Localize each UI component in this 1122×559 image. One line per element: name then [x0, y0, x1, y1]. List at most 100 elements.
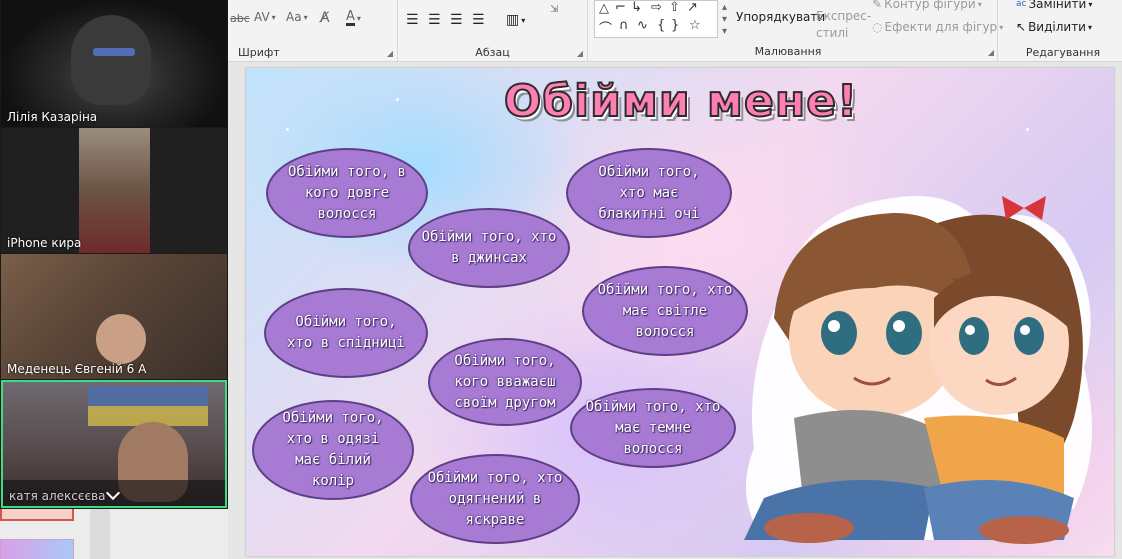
replace-button[interactable]: ac Замінити ▾ [1016, 0, 1092, 11]
slide-title[interactable]: Обійми мене! [496, 75, 866, 128]
shapes-scroll-up-button[interactable]: ▴ [722, 2, 727, 13]
align-center-button[interactable]: ☰ [428, 12, 441, 28]
ribbon: abc AV ▾ Aa ▾ A̸ A ▾ Шрифт ◢ ☰ ☰ ☰ ☰ ▥ ▾ Абз… [228, 0, 1122, 62]
replace-icon: ac [1016, 0, 1027, 9]
select-button[interactable]: ↖ Виділити ▾ [1016, 20, 1092, 34]
columns-button[interactable]: ▥ ▾ [506, 12, 525, 28]
replace-label: Замінити [1028, 0, 1087, 11]
clear-formatting-button[interactable]: A̸ [320, 10, 330, 26]
arrow-shape-icon[interactable]: ↗ [687, 0, 698, 15]
triangle-shape-icon[interactable]: △ [599, 1, 609, 16]
cloud-text: Обійми того, хто в спідниці [286, 314, 405, 351]
quick-styles-label: Експрес-стилі [816, 9, 872, 40]
change-case-icon: Aa [286, 10, 302, 24]
align-right-button[interactable]: ☰ [450, 12, 463, 28]
participant-video-tile[interactable]: Лілія Казаріна [1, 0, 227, 127]
cloud-card[interactable]: Обійми того, хто в одязі має білий колір [252, 400, 414, 500]
star-shape-icon[interactable]: ☆ [689, 18, 701, 33]
participant-name: iPhone кира [7, 236, 82, 250]
cloud-card[interactable]: Обійми того, хто в джинсах [408, 208, 570, 288]
participant-name: катя алексєєва [9, 489, 106, 503]
justify-button[interactable]: ☰ [472, 12, 485, 28]
shape-outline-button[interactable]: ✎ Контур фігури ▾ [872, 0, 982, 11]
curve-shape-icon[interactable]: ∩ [619, 18, 629, 33]
clear-formatting-icon: A̸ [320, 10, 330, 26]
shape-outline-label: Контур фігури [884, 0, 976, 11]
justify-icon: ☰ [472, 12, 485, 28]
participant-video-tile[interactable]: Меденець Євгеній 6 А [1, 254, 227, 379]
align-left-button[interactable]: ☰ [406, 12, 419, 28]
slide-canvas[interactable]: Обійми мене! Обійми того, в кого довге в… [246, 68, 1114, 556]
shapes-more-button[interactable]: ▾ [722, 26, 727, 37]
participant-video-tile[interactable]: iPhone кира [1, 128, 227, 253]
font-dialog-launcher-icon[interactable]: ◢ [387, 49, 393, 58]
columns-icon: ▥ [506, 12, 520, 28]
cloud-text: Обійми того, хто в джинсах [421, 229, 557, 266]
glasses-glare [93, 48, 135, 56]
participant-name: Лілія Казаріна [7, 110, 98, 124]
smartart-icon: ⇲ [550, 4, 559, 15]
font-color-icon: A [346, 9, 355, 26]
cloud-text: Обійми того, хто має світле волосся [597, 281, 733, 340]
arrow-right-shape-icon[interactable]: ⇨ [651, 0, 662, 15]
cursor-icon: ↖ [1016, 20, 1027, 34]
effects-icon: ◌ [872, 20, 883, 34]
editing-group: ac Замінити ▾ ↖ Виділити ▾ Редагування [1004, 0, 1122, 62]
l-shape-icon[interactable]: ↳ [631, 0, 642, 15]
character-spacing-icon: AV [254, 10, 270, 24]
video-participants-panel: Лілія Казаріна iPhone кира Меденець Євге… [0, 0, 228, 509]
slide-thumbnail[interactable] [0, 539, 74, 559]
drawing-group-label: Малювання [754, 45, 822, 58]
wave-shape-icon[interactable]: ∿ [637, 18, 648, 33]
arrange-button[interactable]: Упорядкувати [736, 10, 825, 24]
slide-thumbnail[interactable] [0, 509, 74, 521]
paragraph-dialog-launcher-icon[interactable]: ◢ [577, 49, 583, 58]
font-group-label: Шрифт [238, 46, 280, 59]
align-center-icon: ☰ [428, 12, 441, 28]
character-spacing-button[interactable]: AV ▾ [254, 10, 276, 24]
brace-right-shape-icon[interactable]: } [671, 18, 679, 33]
thumbnails-scrollbar[interactable] [90, 509, 110, 559]
slide-thumbnails-pane [0, 509, 228, 559]
chevron-up-icon: ▴ [722, 2, 728, 13]
cloud-card[interactable]: Обійми того, в кого довге волосся [266, 148, 428, 238]
line-shape-icon[interactable]: ⌐ [615, 0, 626, 15]
pencil-icon: ✎ [872, 0, 883, 11]
cloud-card[interactable]: Обійми того, хто одягнений в яскраве [410, 454, 580, 544]
cloud-card[interactable]: Обійми того, хто має темне волосся [570, 388, 736, 468]
arrow-up-shape-icon[interactable]: ⇧ [669, 0, 680, 15]
flag-background [88, 386, 208, 426]
arrange-label: Упорядкувати [736, 10, 826, 24]
brace-left-shape-icon[interactable]: { [657, 18, 665, 33]
align-left-icon: ☰ [406, 12, 419, 28]
sparkle-decoration [286, 128, 289, 131]
sparkle-decoration [1026, 128, 1029, 131]
shapes-scroll-down-button[interactable]: ▾ [722, 14, 727, 25]
cloud-text: Обійми того, хто має блакитні очі [598, 163, 700, 222]
cloud-card[interactable]: Обійми того, хто має блакитні очі [566, 148, 732, 238]
align-right-icon: ☰ [450, 12, 463, 28]
participant-video-feed [79, 128, 150, 253]
shape-effects-button[interactable]: ◌ Ефекти для фігур ▾ [872, 20, 1003, 34]
smartart-button[interactable]: ⇲ [550, 4, 558, 15]
cloud-card[interactable]: Обійми того, кого вважаєш своїм другом [428, 338, 582, 426]
cloud-card[interactable]: Обійми того, хто в спідниці [264, 288, 428, 378]
cloud-text: Обійми того, кого вважаєш своїм другом [454, 352, 556, 411]
chevron-down-icon: ▾ [722, 14, 728, 25]
cloud-text: Обійми того, хто одягнений в яскраве [427, 469, 563, 528]
hugging-kids-illustration[interactable] [724, 168, 1104, 548]
quick-styles-button[interactable]: Експрес-стилі [816, 8, 880, 42]
paragraph-group-label: Абзац [475, 46, 510, 59]
more-icon: ▾ [722, 26, 728, 37]
participant-face [96, 314, 146, 364]
change-case-button[interactable]: Aa ▾ [286, 10, 308, 24]
active-speaker-tile[interactable]: катя алексєєва [1, 380, 227, 508]
strikethrough-button[interactable]: abc [230, 12, 250, 25]
arc-shape-icon[interactable]: ⌒ [599, 18, 612, 37]
sparkle-decoration [396, 98, 399, 101]
drawing-dialog-launcher-icon[interactable]: ◢ [988, 48, 994, 57]
shape-effects-label: Ефекти для фігур [884, 20, 998, 34]
cloud-text: Обійми того, в кого довге волосся [287, 163, 406, 222]
shapes-gallery[interactable]: △ ⌐ ↳ ⇨ ⇧ ↗ ⌒ ∩ ∿ { } ☆ [594, 0, 718, 38]
font-color-button[interactable]: A ▾ [346, 10, 361, 26]
